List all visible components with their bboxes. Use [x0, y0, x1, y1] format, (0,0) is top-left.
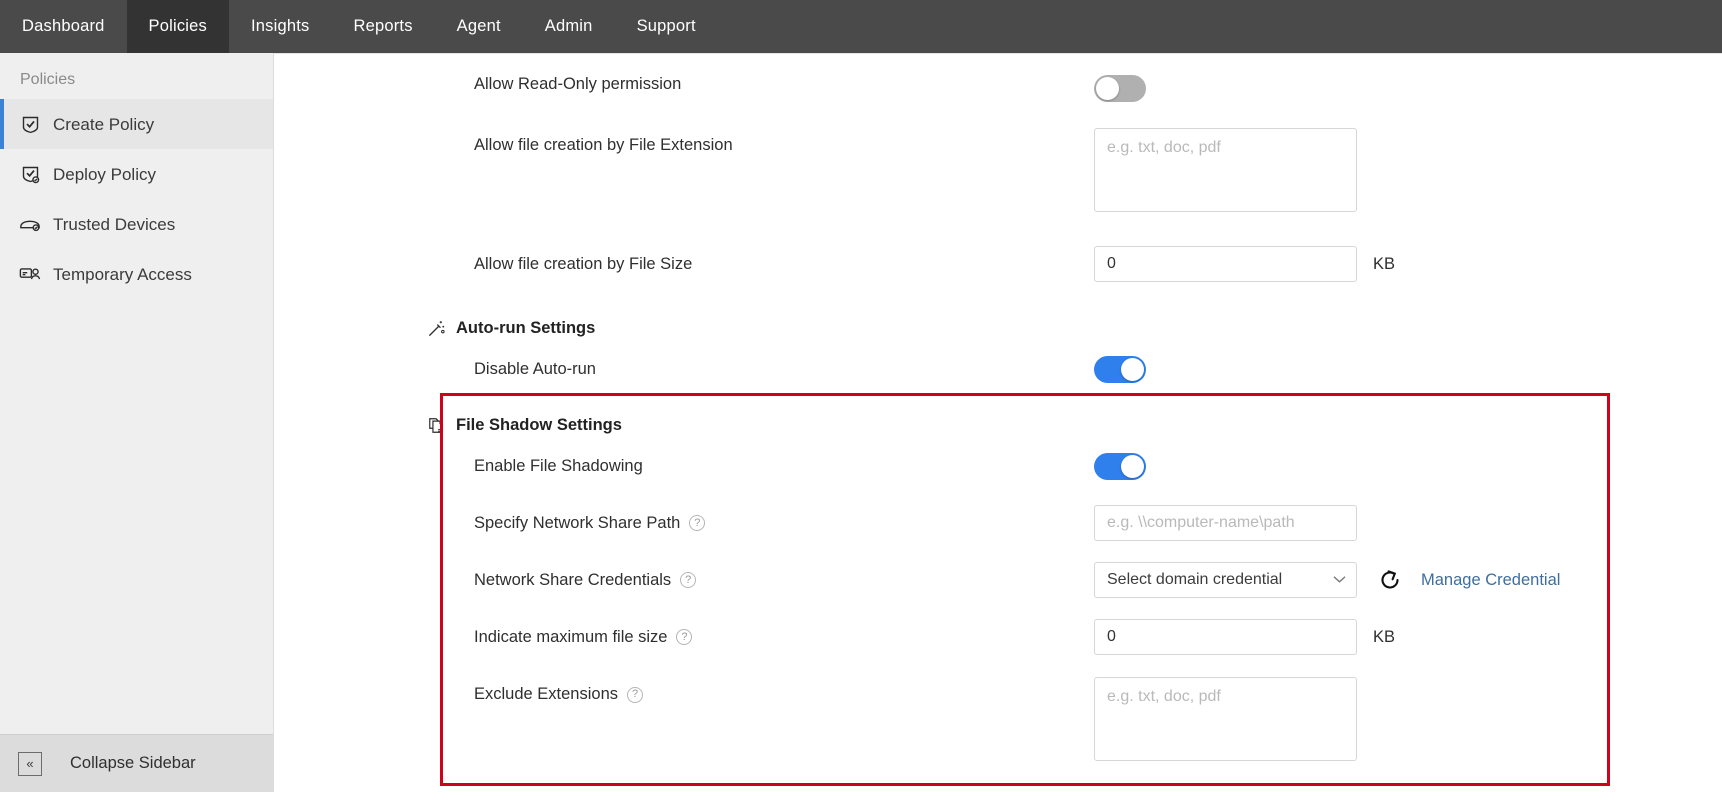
nav-item-insights[interactable]: Insights [229, 0, 331, 53]
row-label-text: Network Share Credentials [474, 570, 672, 589]
row-control: Select domain credential Manage Credenti… [1094, 562, 1560, 598]
sidebar-item-temporary-access[interactable]: Temporary Access [0, 249, 273, 299]
nav-item-dashboard[interactable]: Dashboard [0, 0, 127, 53]
network-share-path-input[interactable] [1094, 505, 1357, 541]
sidebar: Policies Create Policy Deploy Policy Tru… [0, 53, 274, 792]
file-size-unit-label: KB [1373, 255, 1396, 273]
sidebar-item-trusted-devices[interactable]: Trusted Devices [0, 199, 273, 249]
toggle-knob [1121, 455, 1144, 478]
help-icon[interactable]: ? [689, 515, 706, 531]
row-label: Exclude Extensions ? [474, 677, 1094, 704]
sidebar-item-deploy-policy[interactable]: Deploy Policy [0, 149, 273, 199]
nav-item-support[interactable]: Support [615, 0, 718, 53]
row-allow-file-creation-by-file-size: Allow file creation by File Size KB [274, 246, 1722, 282]
help-icon[interactable]: ? [680, 572, 697, 588]
row-label: Enable File Shadowing [474, 453, 1094, 480]
toggle-allow-read-only-permission[interactable] [1094, 75, 1146, 102]
row-label-text: Indicate maximum file size [474, 627, 668, 646]
collapse-sidebar-label: Collapse Sidebar [70, 754, 196, 772]
row-enable-file-shadowing: Enable File Shadowing [274, 453, 1722, 480]
sidebar-item-label: Create Policy [53, 114, 155, 134]
row-label-text: Specify Network Share Path [474, 513, 681, 532]
file-extension-textarea[interactable] [1094, 128, 1357, 212]
row-label: Specify Network Share Path ? [474, 505, 1094, 541]
row-control [1094, 453, 1146, 480]
row-label-text: Allow file creation by File Size [474, 254, 693, 273]
domain-credential-select[interactable]: Select domain credential [1094, 562, 1357, 598]
row-label: Allow file creation by File Size [474, 246, 1094, 282]
policy-settings-form: Allow Read-Only permission Allow file cr… [274, 53, 1722, 792]
row-control [1094, 505, 1357, 541]
section-title: File Shadow Settings [456, 415, 622, 434]
top-navigation-bar: Dashboard Policies Insights Reports Agen… [0, 0, 1722, 53]
sidebar-item-label: Temporary Access [53, 264, 192, 284]
row-label: Allow file creation by File Extension [474, 128, 1094, 155]
section-header-file-shadow-settings: File Shadow Settings [274, 415, 1722, 435]
shield-check-icon [19, 113, 41, 135]
sidebar-item-create-policy[interactable]: Create Policy [0, 99, 273, 149]
sidebar-item-label: Trusted Devices [53, 214, 176, 234]
file-copy-icon [426, 415, 446, 435]
row-label-text: Enable File Shadowing [474, 457, 643, 475]
nav-item-agent[interactable]: Agent [435, 0, 523, 53]
row-label-text: Allow Read-Only permission [474, 75, 682, 93]
row-indicate-maximum-file-size: Indicate maximum file size ? KB [274, 619, 1722, 655]
manage-credential-link[interactable]: Manage Credential [1421, 562, 1560, 598]
main-content: Allow Read-Only permission Allow file cr… [274, 53, 1722, 792]
maximum-file-size-input[interactable] [1094, 619, 1357, 655]
sidebar-item-label: Deploy Policy [53, 164, 156, 184]
section-title: Auto-run Settings [456, 318, 596, 337]
collapse-sidebar-button[interactable]: « Collapse Sidebar [0, 734, 273, 792]
row-label: Indicate maximum file size ? [474, 619, 1094, 655]
file-size-input[interactable] [1094, 246, 1357, 282]
nav-item-reports[interactable]: Reports [331, 0, 434, 53]
toggle-enable-file-shadowing[interactable] [1094, 453, 1146, 480]
maximum-file-size-unit-label: KB [1373, 628, 1396, 646]
toggle-knob [1121, 358, 1144, 381]
magic-wand-icon [426, 318, 446, 338]
row-control: KB [1094, 619, 1395, 655]
row-control [1094, 128, 1357, 212]
deploy-policy-icon [19, 163, 41, 185]
refresh-icon[interactable] [1377, 567, 1403, 593]
row-label: Disable Auto-run [474, 356, 1094, 383]
exclude-extensions-textarea[interactable] [1094, 677, 1357, 761]
trusted-device-icon [19, 213, 41, 235]
row-label: Allow Read-Only permission [474, 75, 1094, 94]
chevron-down-icon [1333, 573, 1346, 587]
row-label-text: Exclude Extensions [474, 685, 618, 703]
help-icon[interactable]: ? [627, 686, 643, 703]
row-disable-auto-run: Disable Auto-run [274, 356, 1722, 383]
row-specify-network-share-path: Specify Network Share Path ? [274, 505, 1722, 541]
nav-item-policies[interactable]: Policies [126, 0, 229, 53]
row-exclude-extensions: Exclude Extensions ? [274, 677, 1722, 761]
temporary-access-icon [19, 263, 41, 285]
row-allow-file-creation-by-file-extension: Allow file creation by File Extension [274, 128, 1722, 212]
sidebar-section-title: Policies [20, 71, 76, 88]
toggle-disable-auto-run[interactable] [1094, 356, 1146, 383]
chevron-double-left-icon[interactable]: « [18, 751, 42, 776]
row-control [1094, 677, 1357, 761]
help-icon[interactable]: ? [676, 629, 693, 645]
row-network-share-credentials: Network Share Credentials ? Select domai… [274, 562, 1722, 598]
section-header-auto-run-settings: Auto-run Settings [274, 318, 1722, 338]
row-label-text: Allow file creation by File Extension [474, 136, 733, 154]
row-control: KB [1094, 246, 1395, 282]
domain-credential-selected-value: Select domain credential [1107, 571, 1283, 588]
row-control [1094, 75, 1146, 102]
row-allow-read-only-permission: Allow Read-Only permission [274, 75, 1722, 102]
row-label-text: Disable Auto-run [474, 360, 596, 378]
page-body: Policies Create Policy Deploy Policy Tru… [0, 53, 1722, 792]
row-label: Network Share Credentials ? [474, 562, 1094, 598]
toggle-knob [1096, 77, 1119, 100]
row-control [1094, 356, 1146, 383]
nav-item-admin[interactable]: Admin [523, 0, 615, 53]
